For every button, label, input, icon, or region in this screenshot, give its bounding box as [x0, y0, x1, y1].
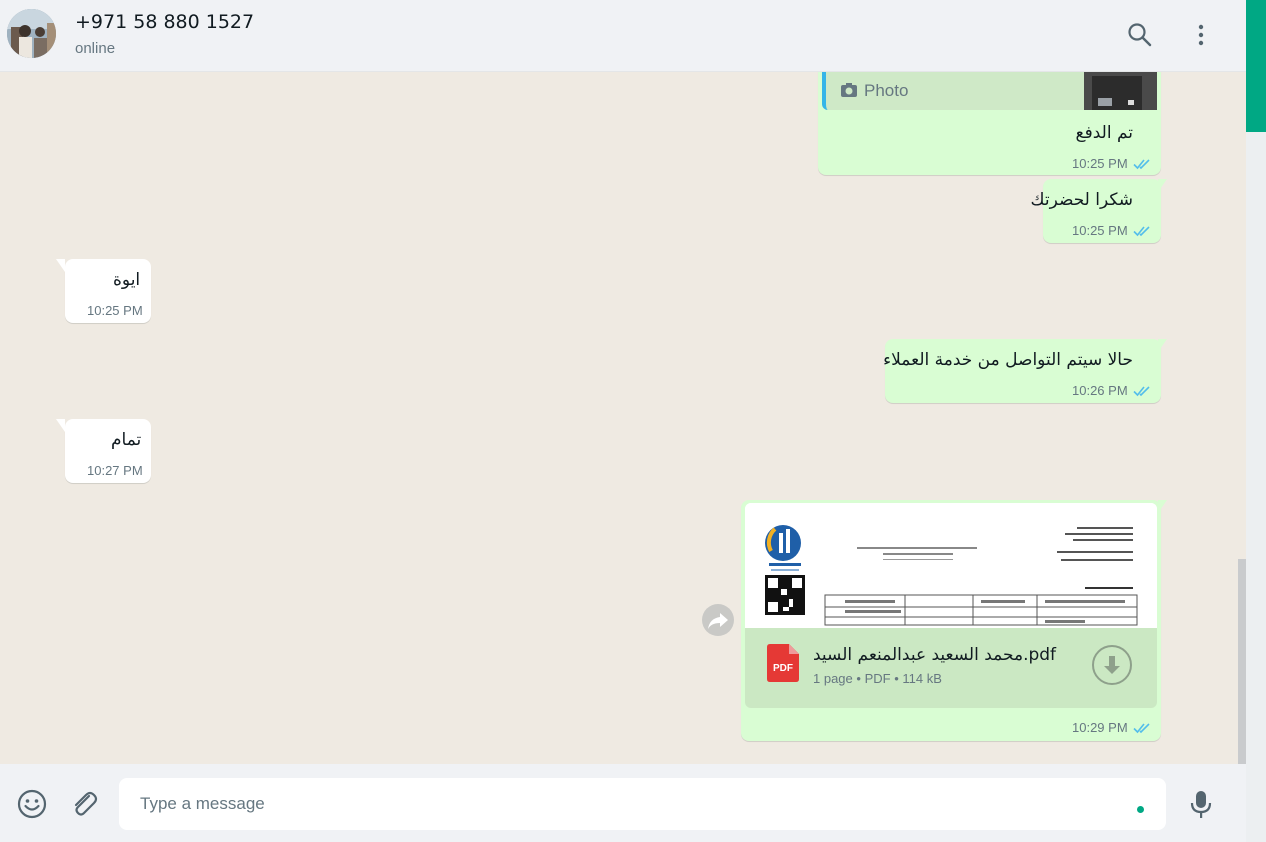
document-preview[interactable] — [745, 503, 1157, 628]
message-text: ايوة — [113, 270, 141, 290]
forward-button[interactable] — [702, 604, 734, 636]
emoji-icon[interactable] — [16, 788, 48, 825]
message-list[interactable]: Photo تم الدفع 10:25 PM شكرا لحضرتك 10:2… — [0, 72, 1246, 764]
search-icon[interactable] — [1127, 22, 1153, 48]
bubble-tail — [56, 419, 65, 432]
svg-text:PDF: PDF — [773, 663, 793, 674]
message-time: 10:25 PM — [87, 303, 143, 318]
message-time: 10:25 PM — [1072, 223, 1128, 238]
download-button[interactable] — [1092, 645, 1132, 685]
pdf-icon: PDF — [767, 644, 799, 682]
microphone-icon[interactable] — [1186, 788, 1216, 825]
compose-bar — [0, 764, 1246, 842]
scrollbar-thumb[interactable] — [1238, 559, 1246, 764]
accent-bar — [1246, 0, 1266, 132]
contact-status: online — [75, 40, 116, 57]
bubble-tail — [56, 259, 65, 272]
meta-separator: • — [856, 671, 865, 686]
document-info[interactable]: PDF محمد السعيد عبدالمنعم السيد.pdf 1 pa… — [745, 628, 1157, 708]
bubble-tail — [1158, 339, 1167, 352]
contact-name[interactable]: +971 58 880 1527 — [75, 11, 254, 33]
camera-icon — [841, 83, 857, 97]
message-text: تمام — [111, 430, 142, 450]
bubble-tail — [1158, 500, 1167, 513]
quoted-photo[interactable]: Photo — [822, 72, 1157, 110]
message-time: 10:29 PM — [1072, 720, 1128, 735]
download-icon — [1104, 656, 1120, 674]
message-input[interactable] — [119, 778, 1166, 830]
contact-avatar[interactable] — [7, 9, 56, 58]
bubble-tail — [1158, 179, 1167, 192]
message-time: 10:27 PM — [87, 463, 143, 478]
menu-icon[interactable] — [1188, 22, 1214, 48]
read-receipt-icon — [1133, 226, 1150, 237]
document-size: 114 kB — [902, 671, 942, 686]
chat-header: +971 58 880 1527 online — [0, 0, 1246, 72]
message-time: 10:25 PM — [1072, 156, 1128, 171]
document-pages: 1 page — [813, 671, 853, 686]
message-text: حالا سيتم التواصل من خدمة العملاء — [883, 350, 1133, 370]
read-receipt-icon — [1133, 159, 1150, 170]
quoted-label: Photo — [864, 81, 909, 100]
document-meta: 1 page • PDF • 114 kB — [813, 671, 942, 686]
photo-thumbnail[interactable] — [1084, 72, 1157, 110]
message-text: شكرا لحضرتك — [1030, 190, 1133, 210]
document-type: PDF — [864, 671, 891, 686]
forward-icon — [708, 613, 728, 629]
attach-icon[interactable] — [68, 788, 100, 825]
read-receipt-icon — [1133, 723, 1150, 734]
message-time: 10:26 PM — [1072, 383, 1128, 398]
document-name: محمد السعيد عبدالمنعم السيد.pdf — [813, 645, 1057, 665]
message-text: تم الدفع — [1075, 123, 1133, 143]
read-receipt-icon — [1133, 386, 1150, 397]
status-dot — [1137, 806, 1144, 813]
